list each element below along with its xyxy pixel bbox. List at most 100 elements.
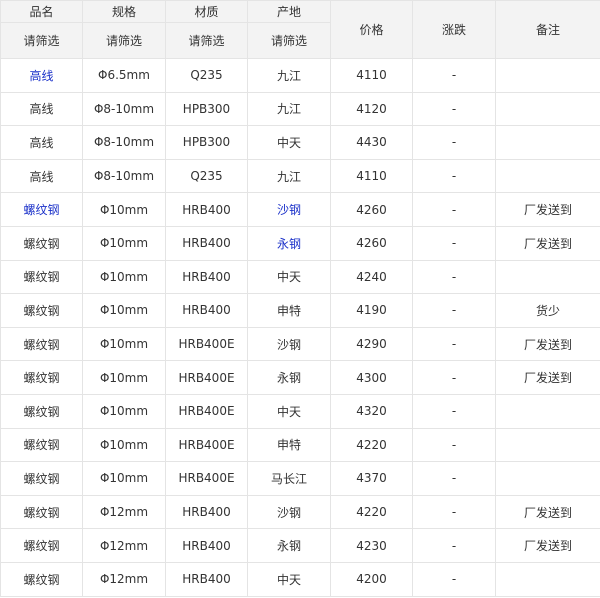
col-header-origin: 产地 [247, 0, 331, 23]
cell-spec: Φ8-10mm [82, 158, 166, 194]
cell-note [495, 561, 600, 597]
table-row: 螺纹钢 Φ10mm HRB400E 沙钢 4290 - 厂发送到 [0, 326, 600, 362]
cell-name: 高线 [0, 58, 83, 93]
cell-note [495, 125, 600, 160]
cell-origin: 九江 [247, 58, 331, 93]
cell-note [495, 259, 600, 295]
table-row: 高线 Φ6.5mm Q235 九江 4110 - [0, 58, 600, 93]
cell-name: 螺纹钢 [0, 528, 83, 563]
table-row: 螺纹钢 Φ10mm HRB400 申特 4190 - 货少 [0, 293, 600, 328]
cell-spec: Φ10mm [82, 360, 166, 395]
cell-material: HPB300 [165, 125, 248, 160]
cell-price: 4220 [330, 427, 413, 463]
product-name-link[interactable]: 螺纹钢 [23, 203, 59, 217]
table-row: 螺纹钢 Φ12mm HRB400 永钢 4230 - 厂发送到 [0, 528, 600, 563]
cell-note: 厂发送到 [495, 494, 600, 530]
cell-note [495, 461, 600, 496]
cell-material: HRB400E [165, 360, 248, 395]
cell-change: - [412, 528, 496, 563]
cell-price: 4200 [330, 561, 413, 597]
cell-change: - [412, 91, 496, 127]
cell-origin: 申特 [247, 427, 331, 463]
cell-spec: Φ10mm [82, 225, 166, 261]
cell-note: 厂发送到 [495, 192, 600, 227]
cell-name: 高线 [0, 91, 83, 127]
cell-material: HRB400E [165, 393, 248, 429]
cell-material: HRB400 [165, 259, 248, 295]
cell-name: 螺纹钢 [0, 326, 83, 362]
cell-spec: Φ12mm [82, 528, 166, 563]
cell-name: 螺纹钢 [0, 293, 83, 328]
cell-price: 4430 [330, 125, 413, 160]
cell-change: - [412, 125, 496, 160]
col-header-name: 品名 [0, 0, 83, 23]
filter-cell-material: 请筛选 [165, 22, 248, 59]
cell-origin: 沙钢 [247, 192, 331, 227]
cell-material: HRB400E [165, 427, 248, 463]
cell-note [495, 58, 600, 93]
table-row: 螺纹钢 Φ10mm HRB400 永钢 4260 - 厂发送到 [0, 225, 600, 261]
cell-material: HRB400 [165, 192, 248, 227]
cell-change: - [412, 393, 496, 429]
table-row: 螺纹钢 Φ10mm HRB400E 申特 4220 - [0, 427, 600, 463]
cell-origin: 中天 [247, 393, 331, 429]
cell-name: 螺纹钢 [0, 259, 83, 295]
cell-note [495, 393, 600, 429]
col-header-note: 备注 [495, 0, 600, 59]
material-filter[interactable]: 请筛选 [188, 32, 224, 49]
cell-price: 4370 [330, 461, 413, 496]
cell-origin: 申特 [247, 293, 331, 328]
cell-name: 螺纹钢 [0, 225, 83, 261]
table-header: 品名 规格 材质 产地 价格 涨跌 备注 请筛选 请筛选 请筛选 请筛选 [0, 0, 600, 59]
cell-price: 4120 [330, 91, 413, 127]
cell-spec: Φ10mm [82, 293, 166, 328]
cell-spec: Φ12mm [82, 494, 166, 530]
cell-change: - [412, 427, 496, 463]
cell-note [495, 91, 600, 127]
cell-change: - [412, 461, 496, 496]
cell-name: 高线 [0, 158, 83, 194]
filter-cell-name: 请筛选 [0, 22, 83, 59]
cell-price: 4110 [330, 158, 413, 194]
name-filter[interactable]: 请筛选 [23, 32, 59, 49]
cell-origin: 沙钢 [247, 326, 331, 362]
cell-name: 螺纹钢 [0, 360, 83, 395]
cell-price: 4110 [330, 58, 413, 93]
price-table: 品名 规格 材质 产地 价格 涨跌 备注 请筛选 请筛选 请筛选 请筛选 高线 … [0, 0, 600, 597]
cell-spec: Φ10mm [82, 461, 166, 496]
cell-spec: Φ8-10mm [82, 125, 166, 160]
cell-name: 螺纹钢 [0, 427, 83, 463]
cell-change: - [412, 192, 496, 227]
cell-note: 货少 [495, 293, 600, 328]
cell-price: 4220 [330, 494, 413, 530]
product-name-link[interactable]: 高线 [29, 69, 53, 83]
table-row: 高线 Φ8-10mm HPB300 九江 4120 - [0, 91, 600, 127]
cell-note: 厂发送到 [495, 360, 600, 395]
cell-price: 4300 [330, 360, 413, 395]
cell-change: - [412, 326, 496, 362]
cell-spec: Φ10mm [82, 192, 166, 227]
cell-note: 厂发送到 [495, 225, 600, 261]
cell-price: 4290 [330, 326, 413, 362]
table-row: 螺纹钢 Φ10mm HRB400E 中天 4320 - [0, 393, 600, 429]
filter-cell-spec: 请筛选 [82, 22, 166, 59]
cell-price: 4190 [330, 293, 413, 328]
cell-spec: Φ8-10mm [82, 91, 166, 127]
origin-link[interactable]: 沙钢 [277, 203, 301, 217]
spec-filter[interactable]: 请筛选 [106, 32, 142, 49]
cell-price: 4260 [330, 192, 413, 227]
cell-material: HPB300 [165, 91, 248, 127]
origin-link[interactable]: 永钢 [277, 237, 301, 251]
cell-change: - [412, 58, 496, 93]
table-row: 螺纹钢 Φ10mm HRB400E 永钢 4300 - 厂发送到 [0, 360, 600, 395]
cell-material: HRB400 [165, 494, 248, 530]
origin-filter[interactable]: 请筛选 [271, 32, 307, 49]
cell-change: - [412, 259, 496, 295]
cell-material: Q235 [165, 58, 248, 93]
col-header-change: 涨跌 [412, 0, 496, 59]
cell-material: HRB400E [165, 461, 248, 496]
cell-note [495, 427, 600, 463]
table-body: 高线 Φ6.5mm Q235 九江 4110 - 高线 Φ8-10mm HPB3… [0, 58, 600, 597]
cell-spec: Φ12mm [82, 561, 166, 597]
cell-origin: 中天 [247, 259, 331, 295]
